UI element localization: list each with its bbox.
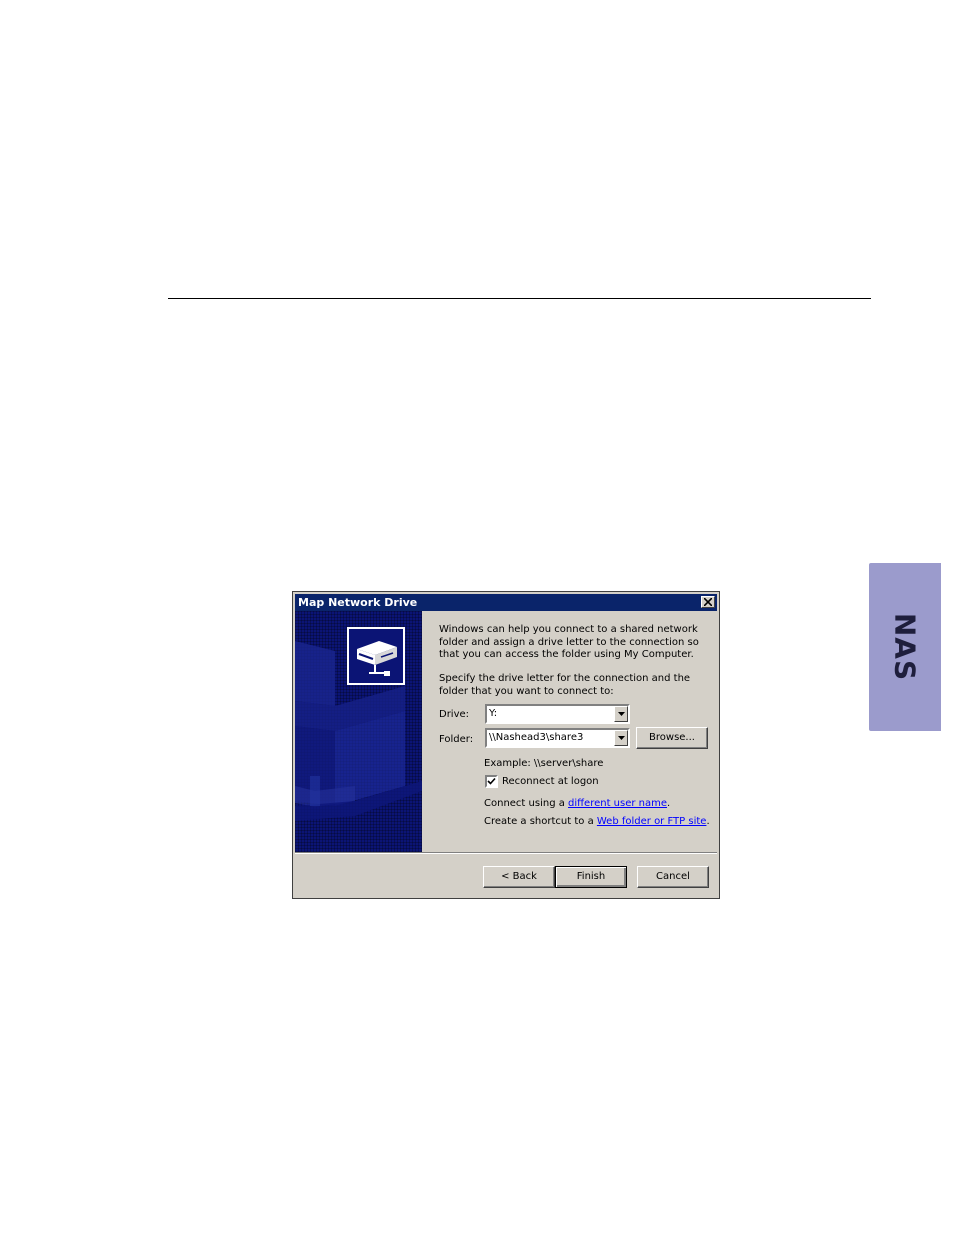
drive-value: Y: [489,708,498,719]
window-title: Map Network Drive [298,596,418,609]
folder-combobox[interactable]: \\Nashead3\share3 [485,728,630,748]
drive-combobox[interactable]: Y: [485,704,630,724]
shortcut-prefix: Create a shortcut to a [484,816,597,827]
network-drive-icon-frame [347,627,405,685]
chevron-down-icon [618,736,625,740]
side-tab-label: NAS [888,612,922,682]
example-text: Example: \\server\share [484,758,604,769]
instruction-text: Specify the drive letter for the connect… [439,673,691,697]
separator-highlight [295,853,717,854]
reconnect-checkbox[interactable] [485,775,498,788]
close-icon [704,598,712,606]
horizontal-rule [168,298,871,299]
connect-using-suffix: . [667,798,671,809]
wizard-banner-image [295,611,422,852]
chevron-down-icon [618,712,625,716]
cancel-button[interactable]: Cancel [637,866,709,888]
folder-label: Folder: [439,734,474,745]
dialog-content: Windows can help you connect to a shared… [295,611,717,852]
network-drive-icon [357,641,397,676]
checkmark-icon [487,777,496,785]
web-folder-ftp-link[interactable]: Web folder or FTP site [597,816,707,827]
folder-dropdown-button[interactable] [614,730,628,746]
back-button[interactable]: < Back [483,866,555,888]
drive-label: Drive: [439,709,470,720]
drive-dropdown-button[interactable] [614,706,628,722]
different-user-name-link[interactable]: different user name [568,798,667,809]
map-network-drive-dialog: Map Network Drive Windows can help you c… [292,591,720,899]
connect-using-prefix: Connect using a [484,798,569,809]
section-side-tab: NAS [869,563,941,731]
shortcut-line: Create a shortcut to a Web folder or FTP… [484,816,710,827]
connect-using-line: Connect using a different user name. [484,798,670,809]
reconnect-label[interactable]: Reconnect at logon [502,776,599,787]
folder-value: \\Nashead3\share3 [489,732,584,743]
finish-button[interactable]: Finish [555,866,627,888]
intro-text: Windows can help you connect to a shared… [439,624,699,660]
browse-button[interactable]: Browse... [636,727,708,749]
close-button[interactable] [701,596,715,608]
titlebar: Map Network Drive [295,594,717,611]
shortcut-suffix: . [706,816,710,827]
